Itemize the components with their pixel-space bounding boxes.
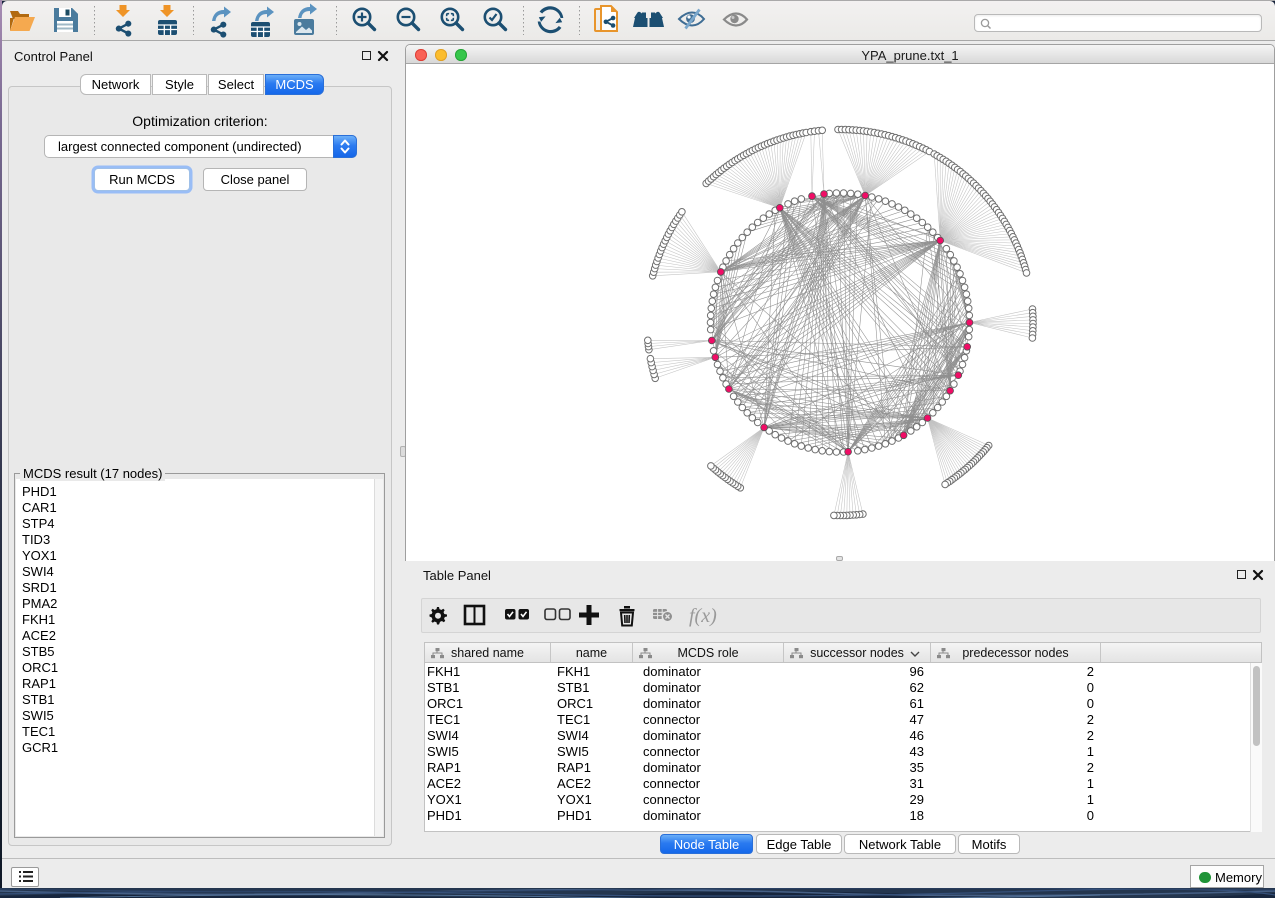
svg-text:f(x): f(x) [689,605,717,627]
